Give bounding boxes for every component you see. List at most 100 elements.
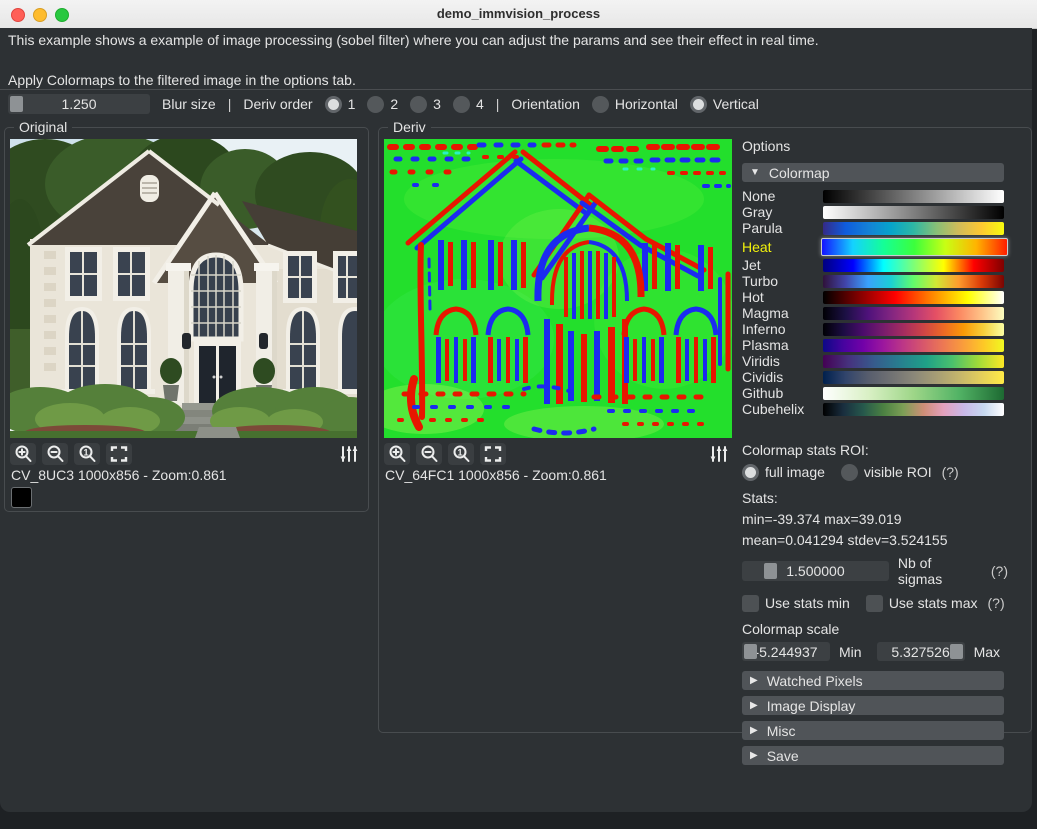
fit-view-icon[interactable] (106, 443, 132, 465)
radio-circle (453, 96, 470, 113)
original-image-toolbar: 1 (10, 442, 362, 466)
colormap-gradient-bar (823, 259, 1004, 272)
slider-grab[interactable] (950, 644, 963, 659)
blur-size-slider[interactable]: 1.250 (8, 94, 150, 114)
colormap-scale-label: Colormap scale (742, 621, 1008, 637)
stats-roi-full-image[interactable]: full image (742, 464, 825, 481)
deriv-image-caption: CV_64FC1 1000x856 - Zoom:0.861 (385, 467, 607, 483)
radio-circle (325, 96, 342, 113)
colormap-name: Inferno (742, 321, 823, 337)
zoom-in-icon[interactable] (10, 443, 36, 465)
colormap-name: Hot (742, 289, 823, 305)
adjust-levels-icon[interactable] (336, 443, 362, 465)
zoom-out-icon[interactable] (42, 443, 68, 465)
color-swatch[interactable] (11, 487, 32, 508)
scale-min-slider[interactable]: -5.244937 (742, 642, 830, 661)
colormap-gradient-bar (823, 190, 1004, 203)
deriv-order-3[interactable]: 3 (410, 96, 441, 113)
original-image[interactable] (10, 139, 357, 438)
sobel-result-graphic (384, 139, 732, 438)
intro-line-1: This example shows a example of image pr… (8, 32, 819, 48)
stats-roi-visible-roi[interactable]: visible ROI (841, 464, 932, 481)
colormap-row-gray[interactable]: Gray (742, 204, 1008, 220)
nb-sigmas-slider[interactable]: 1.500000 (742, 561, 889, 581)
toolbar: 1.250 Blur size | Deriv order 1234 | Ori… (8, 94, 759, 114)
checkbox-use-stats-max[interactable]: Use stats max (866, 595, 978, 612)
colormap-row-inferno[interactable]: Inferno (742, 321, 1008, 337)
colormap-gradient-bar (823, 339, 1004, 352)
section-header-image-display[interactable]: ▶Image Display (742, 696, 1004, 715)
chevron-right-icon: ▶ (750, 750, 758, 761)
collapsed-sections: ▶Watched Pixels▶Image Display▶Misc▶Save (742, 671, 1008, 765)
colormap-row-heat[interactable]: Heat (742, 236, 1008, 257)
nb-sigmas-help[interactable]: (?) (991, 563, 1008, 579)
zoom-in-icon[interactable] (384, 443, 410, 465)
section-label: Save (767, 748, 799, 764)
slider-grab[interactable] (744, 644, 757, 659)
house-photo-graphic (10, 139, 357, 438)
separator (0, 89, 1032, 90)
colormap-name: None (742, 188, 823, 204)
slider-grab[interactable] (764, 563, 777, 579)
colormap-row-parula[interactable]: Parula (742, 220, 1008, 236)
zoom-original-icon[interactable]: 1 (74, 443, 100, 465)
colormap-row-github[interactable]: Github (742, 385, 1008, 401)
blur-size-value: 1.250 (61, 96, 96, 112)
orientation-radio-group: Horizontal Vertical (592, 96, 759, 113)
chevron-right-icon: ▶ (750, 725, 758, 736)
orientation-horizontal[interactable]: Horizontal (592, 96, 678, 113)
adjust-levels-icon[interactable] (706, 443, 732, 465)
colormap-row-plasma[interactable]: Plasma (742, 337, 1008, 353)
colormap-row-hot[interactable]: Hot (742, 289, 1008, 305)
colormap-row-magma[interactable]: Magma (742, 305, 1008, 321)
stats-title: Stats: (742, 490, 1008, 506)
colormap-header[interactable]: ▼ Colormap (742, 163, 1004, 182)
colormap-name: Github (742, 385, 823, 401)
nb-sigmas-label: Nb of sigmas (898, 555, 978, 587)
fit-view-icon[interactable] (480, 443, 506, 465)
deriv-order-1[interactable]: 1 (325, 96, 356, 113)
colormap-name: Heat (742, 239, 823, 255)
colormap-row-cubehelix[interactable]: Cubehelix (742, 401, 1008, 417)
main-window: This example shows a example of image pr… (0, 28, 1032, 812)
zoom-original-icon[interactable]: 1 (448, 443, 474, 465)
blur-size-label: Blur size (162, 96, 216, 112)
colormap-row-turbo[interactable]: Turbo (742, 273, 1008, 289)
nb-sigmas-value: 1.500000 (786, 563, 844, 579)
radio-label: Vertical (713, 96, 759, 112)
orientation-vertical[interactable]: Vertical (690, 96, 759, 113)
colormap-gradient-bar (823, 403, 1004, 416)
colormap-name: Magma (742, 305, 823, 321)
section-header-misc[interactable]: ▶Misc (742, 721, 1004, 740)
colormap-stats-roi-label: Colormap stats ROI: (742, 442, 1008, 458)
deriv-group: Deriv (378, 127, 1032, 733)
colormap-row-viridis[interactable]: Viridis (742, 353, 1008, 369)
scale-max-slider[interactable]: 5.327526 (877, 642, 965, 661)
colormap-gradient-bar (823, 291, 1004, 304)
original-group-title: Original (14, 119, 72, 135)
zoom-out-icon[interactable] (416, 443, 442, 465)
original-group: Original (4, 127, 369, 512)
colormap-row-none[interactable]: None (742, 188, 1008, 204)
radio-label: 4 (476, 96, 484, 112)
checkbox-help[interactable]: (?) (988, 595, 1005, 611)
colormap-gradient-bar (823, 222, 1004, 235)
colormap-gradient-bar (823, 307, 1004, 320)
colormap-name: Viridis (742, 353, 823, 369)
app-window: demo_immvision_process This example show… (0, 0, 1037, 829)
deriv-order-4[interactable]: 4 (453, 96, 484, 113)
section-header-save[interactable]: ▶ Save (742, 746, 1004, 765)
checkbox-use-stats-min[interactable]: Use stats min (742, 595, 850, 612)
section-header-watched-pixels[interactable]: ▶Watched Pixels (742, 671, 1004, 690)
colormap-name: Gray (742, 204, 823, 220)
deriv-order-2[interactable]: 2 (367, 96, 398, 113)
stats-roi-help[interactable]: (?) (942, 464, 959, 480)
colormap-gradient-bar (823, 355, 1004, 368)
radio-circle (690, 96, 707, 113)
colormap-row-jet[interactable]: Jet (742, 257, 1008, 273)
window-title: demo_immvision_process (0, 0, 1037, 28)
colormap-row-cividis[interactable]: Cividis (742, 369, 1008, 385)
radio-circle (367, 96, 384, 113)
deriv-image[interactable] (384, 139, 732, 438)
slider-grab[interactable] (10, 96, 23, 112)
